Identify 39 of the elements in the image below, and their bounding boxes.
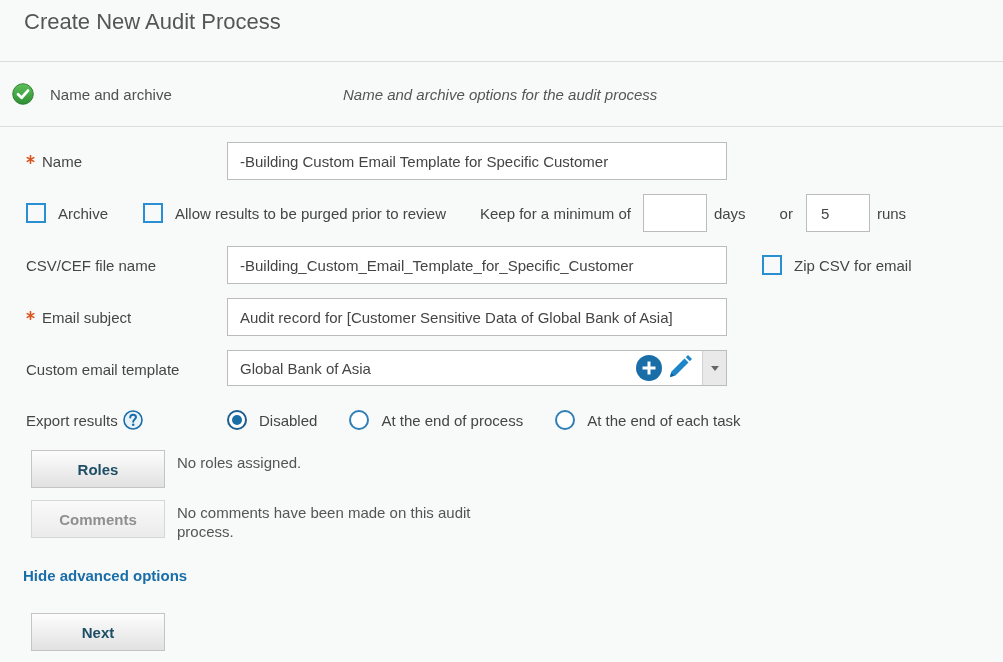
radio-button[interactable] bbox=[349, 410, 370, 430]
runs-field[interactable]: 5 bbox=[805, 194, 870, 232]
checkbox-label: Archive bbox=[58, 204, 109, 222]
text-field[interactable]: -Building Custom Email Template for Specific Customer bbox=[227, 142, 727, 180]
days-field[interactable] bbox=[642, 194, 707, 232]
checkbox[interactable] bbox=[143, 203, 164, 223]
add-icon[interactable] bbox=[636, 355, 662, 381]
dropdown-toggle[interactable] bbox=[702, 351, 726, 385]
caret-icon bbox=[710, 365, 719, 371]
status-note: No roles assigned. bbox=[177, 453, 302, 472]
radio-label: At the end of each task bbox=[587, 411, 741, 429]
roles-button[interactable]: Roles bbox=[31, 450, 165, 488]
checkbox-label: Allow results to be purged prior to review bbox=[175, 204, 446, 222]
field-label: Keep for a minimum of bbox=[480, 204, 631, 222]
text-field[interactable]: Audit record for [Customer Sensitive Data of Global Bank of Asia] bbox=[227, 298, 727, 336]
field-label: Export results bbox=[26, 411, 118, 429]
field-label: CSV/CEF file name bbox=[26, 256, 157, 274]
status-note: No comments have been made on this audit process. bbox=[177, 503, 472, 541]
unit-label: days bbox=[713, 204, 746, 222]
radio-button[interactable] bbox=[227, 410, 247, 430]
unit-label: runs bbox=[876, 204, 907, 222]
next-button[interactable]: Next bbox=[31, 613, 165, 651]
radio-label: At the end of process bbox=[381, 411, 524, 429]
help-icon[interactable] bbox=[122, 410, 143, 430]
text-field[interactable]: -Building_Custom_Email_Template_for_Specific_Customer bbox=[227, 246, 727, 284]
field-label: Email subject bbox=[42, 308, 132, 326]
checkbox-label: Zip CSV for email bbox=[794, 256, 912, 274]
template-dropdown[interactable]: Global Bank of Asia bbox=[227, 350, 727, 386]
page-title: Create New Audit Process bbox=[24, 9, 281, 35]
step-label: Name and archive bbox=[50, 85, 173, 103]
field-label: Custom email template bbox=[26, 360, 180, 378]
checkbox[interactable] bbox=[26, 203, 46, 223]
field-label: Name bbox=[42, 152, 82, 170]
field-label: or bbox=[779, 204, 793, 222]
radio-button[interactable] bbox=[555, 410, 576, 430]
radio-label: Disabled bbox=[259, 411, 318, 429]
checkbox[interactable] bbox=[762, 255, 782, 275]
step-description: Name and archive options for the audit process bbox=[343, 85, 658, 103]
advanced-options-link[interactable]: Hide advanced options bbox=[23, 567, 188, 585]
